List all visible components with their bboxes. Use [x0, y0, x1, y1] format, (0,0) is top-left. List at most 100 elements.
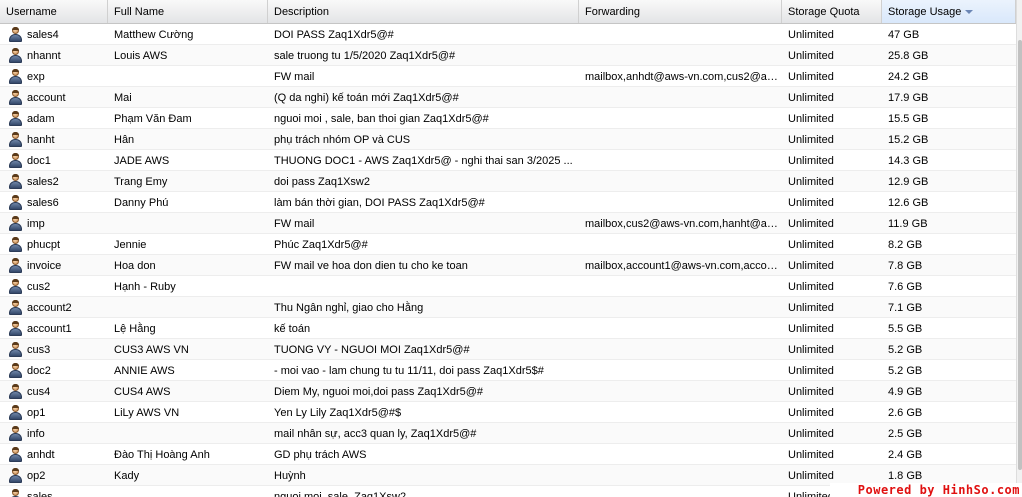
cell-full-name: [108, 486, 268, 497]
cell-forwarding: [579, 45, 782, 65]
cell-storage-usage: 11.9 GB: [888, 218, 928, 230]
cell-storage-quota: Unlimited: [788, 197, 834, 209]
cell-description: THUONG DOC1 - AWS Zaq1Xdr5@ - nghi thai …: [274, 155, 573, 167]
cell-forwarding: [579, 24, 782, 44]
table-row[interactable]: imp FW mail mailbox,cus2@aws-vn.com,hanht@…: [0, 213, 1016, 234]
table-row[interactable]: sales6 Danny Phú làm bán thời gian, DOI PA…: [0, 192, 1016, 213]
cell-storage-usage: 2.5 GB: [888, 428, 923, 440]
cell-storage-quota: Unlimited: [788, 239, 834, 251]
column-header-storage-usage-label: Storage Usage: [888, 6, 962, 18]
table-row[interactable]: nhannt Louis AWS sale truong tu 1/5/2020 Z…: [0, 45, 1016, 66]
cell-forwarding: [579, 276, 782, 296]
cell-storage-quota: Unlimited: [788, 323, 834, 335]
cell-description: Yen Ly Lily Zaq1Xdr5@#$: [274, 407, 402, 419]
table-row[interactable]: anhdt Đào Thị Hoàng Anh GD phụ trách AWS Un…: [0, 444, 1016, 465]
table-row[interactable]: op1 LiLy AWS VN Yen Ly Lily Zaq1Xdr5@#$ Unl…: [0, 402, 1016, 423]
cell-storage-quota: Unlimited: [788, 344, 834, 356]
column-header-description[interactable]: Description: [268, 0, 579, 23]
cell-full-name: [108, 423, 268, 443]
column-header-full-name[interactable]: Full Name: [108, 0, 268, 23]
cell-full-name: Trang Emy: [114, 176, 168, 188]
cell-username: sales: [27, 491, 53, 497]
cell-description: FW mail ve hoa don dien tu cho ke toan: [274, 260, 468, 272]
cell-description: nguoi moi , sale, ban thoi gian Zaq1Xdr5…: [274, 113, 489, 125]
table-row[interactable]: hanht Hân phụ trách nhóm OP và CUS Unlimite…: [0, 129, 1016, 150]
table-row[interactable]: sales2 Trang Emy doi pass Zaq1Xsw2 Unlimite…: [0, 171, 1016, 192]
table-row[interactable]: cus4 CUS4 AWS Diem My, nguoi moi,doi pass …: [0, 381, 1016, 402]
grid-header: Username Full Name Description Forwardin…: [0, 0, 1016, 24]
table-row[interactable]: cus2 Hạnh - Ruby Unlimited 7.6 GB: [0, 276, 1016, 297]
cell-storage-quota: Unlimited: [788, 71, 834, 83]
cell-forwarding: [579, 150, 782, 170]
cell-description: làm bán thời gian, DOI PASS Zaq1Xdr5@#: [274, 197, 485, 209]
cell-description: [268, 276, 579, 296]
cell-full-name: Matthew Cường: [114, 29, 194, 41]
table-row[interactable]: account Mai (Q da nghi) kế toán mới Zaq1X…: [0, 87, 1016, 108]
cell-full-name: Louis AWS: [114, 50, 168, 62]
cell-storage-usage: 17.9 GB: [888, 92, 929, 104]
table-row[interactable]: sales4 Matthew Cường DOI PASS Zaq1Xdr5@# Un…: [0, 24, 1016, 45]
cell-forwarding: [579, 171, 782, 191]
cell-storage-usage: 12.6 GB: [888, 197, 929, 209]
cell-storage-usage: 7.8 GB: [888, 260, 923, 272]
cell-storage-quota: Unlimited: [788, 113, 834, 125]
cell-full-name: CUS4 AWS: [114, 386, 171, 398]
column-header-storage-quota[interactable]: Storage Quota: [782, 0, 882, 23]
cell-description: Thu Ngân nghỉ, giao cho Hằng: [274, 302, 424, 314]
cell-storage-usage: 1.8 GB: [888, 470, 923, 482]
cell-forwarding: [579, 360, 782, 380]
cell-storage-quota: Unlimited: [788, 92, 834, 104]
cell-storage-quota: Unlimited: [788, 155, 834, 167]
table-row[interactable]: doc1 JADE AWS THUONG DOC1 - AWS Zaq1Xdr5@ …: [0, 150, 1016, 171]
cell-username: account2: [27, 302, 72, 314]
table-row[interactable]: invoice Hoa don FW mail ve hoa don dien tu…: [0, 255, 1016, 276]
table-row[interactable]: account2 Thu Ngân nghỉ, giao cho Hằng Unli…: [0, 297, 1016, 318]
scrollbar-thumb[interactable]: [1018, 40, 1022, 470]
cell-storage-quota: Unlimited: [788, 50, 834, 62]
cell-storage-quota: Unlimited: [788, 386, 834, 398]
table-row[interactable]: cus3 CUS3 AWS VN TUONG VY - NGUOI MOI Zaq1…: [0, 339, 1016, 360]
cell-forwarding: [579, 402, 782, 422]
cell-storage-usage: 4.9 GB: [888, 386, 923, 398]
cell-username: phucpt: [27, 239, 61, 251]
vertical-scrollbar[interactable]: [1016, 0, 1022, 497]
cell-full-name: ANNIE AWS: [114, 365, 175, 377]
cell-username: op1: [27, 407, 46, 419]
cell-storage-quota: Unlimited: [788, 134, 834, 146]
cell-storage-usage: 7.6 GB: [888, 281, 923, 293]
cell-storage-quota: Unlimited: [788, 407, 834, 419]
cell-description: phụ trách nhóm OP và CUS: [274, 134, 411, 146]
column-header-username[interactable]: Username: [0, 0, 108, 23]
table-row[interactable]: adam Phạm Văn Đam nguoi moi , sale, ban th…: [0, 108, 1016, 129]
column-header-storage-usage[interactable]: Storage Usage: [882, 0, 1016, 23]
cell-forwarding: [579, 381, 782, 401]
cell-forwarding: [579, 318, 782, 338]
cell-forwarding: mailbox,anhdt@aws-vn.com,cus2@aws-vn.com: [585, 71, 782, 83]
column-header-forwarding[interactable]: Forwarding: [579, 0, 782, 23]
cell-username: sales6: [27, 197, 59, 209]
cell-storage-usage: 2.6 GB: [888, 407, 923, 419]
cell-description: DOI PASS Zaq1Xdr5@#: [274, 29, 394, 41]
cell-username: account1: [27, 323, 72, 335]
cell-username: nhannt: [27, 50, 61, 62]
cell-full-name: Mai: [114, 92, 132, 104]
cell-full-name: Jennie: [114, 239, 147, 251]
cell-full-name: Hân: [114, 134, 135, 146]
cell-full-name: Phạm Văn Đam: [114, 113, 192, 125]
table-row[interactable]: exp FW mail mailbox,anhdt@aws-vn.com,cus2@…: [0, 66, 1016, 87]
cell-full-name: CUS3 AWS VN: [114, 344, 189, 356]
table-row[interactable]: doc2 ANNIE AWS - moi vao - lam chung tu t…: [0, 360, 1016, 381]
table-row[interactable]: info mail nhân sự, acc3 quan ly, Zaq1Xdr5…: [0, 423, 1016, 444]
cell-description: (Q da nghi) kế toán mới Zaq1Xdr5@#: [274, 92, 459, 104]
cell-storage-quota: Unlimited: [788, 260, 834, 272]
cell-storage-usage: 5.2 GB: [888, 344, 923, 356]
cell-description: - moi vao - lam chung tu tu 11/11, doi p…: [274, 365, 544, 377]
cell-storage-quota: Unlimited: [788, 428, 834, 440]
table-row[interactable]: account1 Lệ Hằng kế toán Unlimited 5.5 GB: [0, 318, 1016, 339]
cell-storage-usage: 2.4 GB: [888, 449, 923, 461]
cell-storage-usage: 12.9 GB: [888, 176, 929, 188]
cell-storage-usage: 8.2 GB: [888, 239, 923, 251]
cell-storage-usage: 47 GB: [888, 29, 920, 41]
table-row[interactable]: phucpt Jennie Phúc Zaq1Xdr5@# Unlimited 8.2 …: [0, 234, 1016, 255]
cell-full-name: LiLy AWS VN: [114, 407, 180, 419]
